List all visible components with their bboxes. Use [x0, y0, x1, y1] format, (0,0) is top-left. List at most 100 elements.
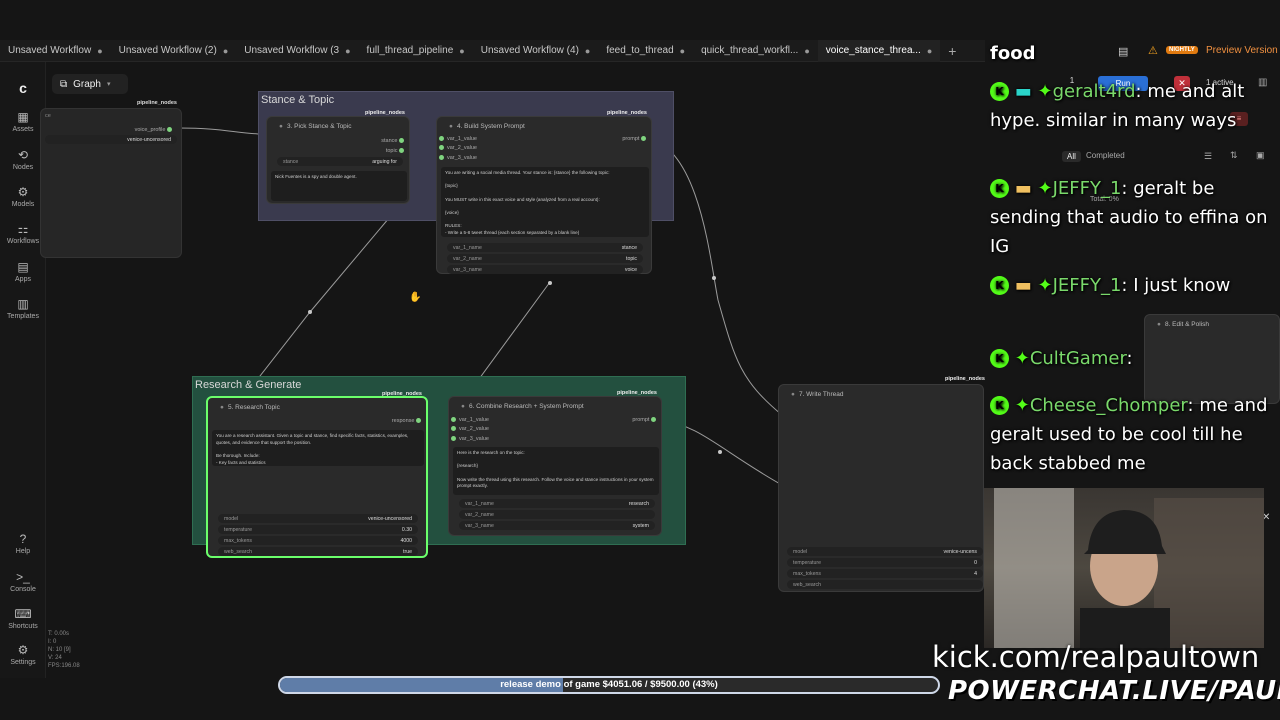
- port-label: prompt: [632, 417, 650, 423]
- widget-model[interactable]: model venice-uncensored: [218, 514, 418, 523]
- widget-value: venice-uncensored: [127, 136, 171, 143]
- widget-max-tokens[interactable]: max_tokens 4000: [218, 536, 418, 545]
- powerchat-url: POWERCHAT.LIVE/PAULTOWN: [948, 676, 1280, 706]
- node-badge: pipeline_nodes: [944, 376, 985, 382]
- chat-message: K ▬ ✦JEFFY_1: geralt be sending that aud…: [990, 178, 1268, 257]
- input-var-2[interactable]: var_2_value: [439, 145, 477, 151]
- chat-text: geralt be sending that audio to effina o…: [990, 178, 1268, 257]
- streamer-silhouette: [994, 488, 1264, 648]
- research-prompt-textarea[interactable]: You are a research assistant. Given a to…: [212, 430, 424, 466]
- kick-badge-icon: K: [990, 276, 1009, 295]
- widget-web-search[interactable]: web_search: [787, 580, 983, 589]
- widget-value: arguing for: [372, 158, 397, 165]
- node-build-system-prompt[interactable]: pipeline_nodes ● 4. Build System Prompt v…: [436, 110, 652, 274]
- widget-temperature[interactable]: temperature 0: [787, 558, 983, 567]
- port-dot: [399, 138, 404, 144]
- widget-var-3-name[interactable]: var_3_name voice: [447, 265, 643, 274]
- widget-var-2-name[interactable]: var_2_name topic: [447, 254, 643, 263]
- combine-template-textarea[interactable]: Here is the research on the topic: {rese…: [453, 447, 659, 495]
- output-response[interactable]: response: [392, 418, 424, 424]
- kick-channel-url: kick.com/realpaultown: [932, 640, 1260, 674]
- node-voice-profile-partial[interactable]: pipeline_nodes ce voice_profile venice-u…: [40, 100, 182, 258]
- verified-badge-icon: ✦: [1037, 178, 1053, 199]
- output-topic[interactable]: topic: [386, 148, 407, 154]
- chat-message: K ▬ ✦geralt4rd: me and alt hype. similar…: [990, 81, 1245, 131]
- input-var-3[interactable]: var_3_value: [451, 436, 489, 442]
- widget-web-search-toggle[interactable]: web_search true: [218, 547, 418, 556]
- chat-message: K ▬ ✦JEFFY_1: I just know: [990, 271, 1280, 300]
- node-title: ● 7. Write Thread: [791, 391, 844, 398]
- node-badge: pipeline_nodes: [364, 110, 405, 116]
- input-var-2[interactable]: var_2_value: [451, 426, 489, 432]
- prompt-template-textarea[interactable]: You are writing a social media thread. Y…: [441, 167, 649, 237]
- verified-badge-icon: ✦: [1037, 275, 1053, 296]
- link-midpoint[interactable]: [308, 310, 312, 314]
- node-pick-stance-topic[interactable]: pipeline_nodes ● 3. Pick Stance & Topic s…: [266, 110, 410, 204]
- output-voice-profile[interactable]: voice_profile: [135, 127, 175, 133]
- chat-username: geralt4rd: [1052, 81, 1136, 102]
- node-title: ● 3. Pick Stance & Topic: [279, 123, 352, 130]
- input-var-3[interactable]: var_3_value: [439, 155, 477, 161]
- output-prompt[interactable]: prompt: [632, 417, 659, 423]
- output-prompt[interactable]: prompt: [622, 136, 649, 142]
- port-label: voice_profile: [134, 127, 166, 133]
- link-voice-profile: [177, 127, 259, 135]
- widget-stance-select[interactable]: stance arguing for: [277, 157, 403, 166]
- verified-badge-icon: ✦: [1014, 348, 1030, 369]
- kick-badge-icon: K: [990, 82, 1009, 101]
- input-var-1[interactable]: var_1_value: [439, 136, 477, 142]
- output-stance[interactable]: stance: [381, 138, 407, 144]
- widget-var-1-name[interactable]: var_1_name stance: [447, 243, 643, 252]
- widget-label: var_1_name: [465, 500, 494, 507]
- node-badge: pipeline_nodes: [136, 100, 177, 106]
- widget-model[interactable]: venice-uncensored: [45, 135, 177, 144]
- port-label: var_3_value: [459, 436, 489, 442]
- stat-line: I: 0: [48, 639, 57, 645]
- link-midpoint[interactable]: [548, 281, 552, 285]
- port-dot: [641, 136, 646, 142]
- link-midpoint[interactable]: [712, 276, 716, 280]
- port-label: response: [391, 418, 415, 424]
- canvas-stats: T: 0.00s I: 0 N: 10 [9] V: 24 FPS:196.08: [48, 630, 80, 670]
- widget-label: max_tokens: [793, 570, 821, 577]
- node-title: ● 5. Research Topic: [220, 404, 280, 411]
- link-midpoint[interactable]: [718, 450, 722, 454]
- chat-username: CultGamer: [1029, 348, 1127, 369]
- chat-message: food: [990, 39, 1035, 68]
- widget-value: system: [632, 522, 649, 529]
- widget-label: var_2_name: [453, 255, 482, 262]
- node-title: ● 6. Combine Research + System Prompt: [461, 403, 584, 410]
- input-var-1[interactable]: var_1_value: [451, 417, 489, 423]
- topic-textarea[interactable]: Nick Fuentes is a spy and double agent.: [271, 171, 407, 201]
- widget-label: temperature: [224, 526, 252, 533]
- verified-badge-icon: ✦: [1037, 81, 1053, 102]
- stat-line: V: 24: [48, 655, 62, 661]
- kick-badge-icon: K: [990, 396, 1009, 415]
- widget-value: topic: [626, 255, 637, 262]
- widget-value: 0: [974, 559, 977, 566]
- widget-var-3-name[interactable]: var_3_name system: [459, 521, 655, 530]
- node-write-thread[interactable]: pipeline_nodes ● 7. Write Thread model ven…: [778, 376, 985, 592]
- widget-max-tokens[interactable]: max_tokens 4: [787, 569, 983, 578]
- port-label: stance: [381, 138, 398, 144]
- node-combine-research[interactable]: pipeline_nodes ● 6. Combine Research + Sy…: [448, 390, 662, 536]
- widget-label: var_3_name: [453, 266, 482, 273]
- app-window: Unsaved Workflow ● Unsaved Workflow (2) ● …: [0, 0, 1280, 720]
- port-dot: [439, 155, 444, 161]
- goal-text: release demo of game $4051.06 / $9500.00…: [500, 679, 718, 690]
- webcam-feed: [984, 488, 1264, 648]
- widget-temperature[interactable]: temperature 0.30: [218, 525, 418, 534]
- widget-var-1-name[interactable]: var_1_name research: [459, 499, 655, 508]
- widget-label: var_3_name: [465, 522, 494, 529]
- widget-label: web_search: [793, 581, 821, 588]
- widget-var-2-name[interactable]: var_2_name: [459, 510, 655, 519]
- port-dot: [651, 417, 656, 423]
- stat-line: T: 0.00s: [48, 631, 70, 637]
- widget-value: true: [403, 548, 412, 555]
- widget-value: venice-uncens: [943, 548, 977, 555]
- port-label: var_1_value: [459, 417, 489, 423]
- chat-text: I just know: [1133, 275, 1231, 296]
- widget-model[interactable]: model venice-uncens: [787, 547, 983, 556]
- node-research-topic[interactable]: pipeline_nodes ● 5. Research Topic respon…: [206, 391, 428, 558]
- widget-value: research: [628, 500, 649, 507]
